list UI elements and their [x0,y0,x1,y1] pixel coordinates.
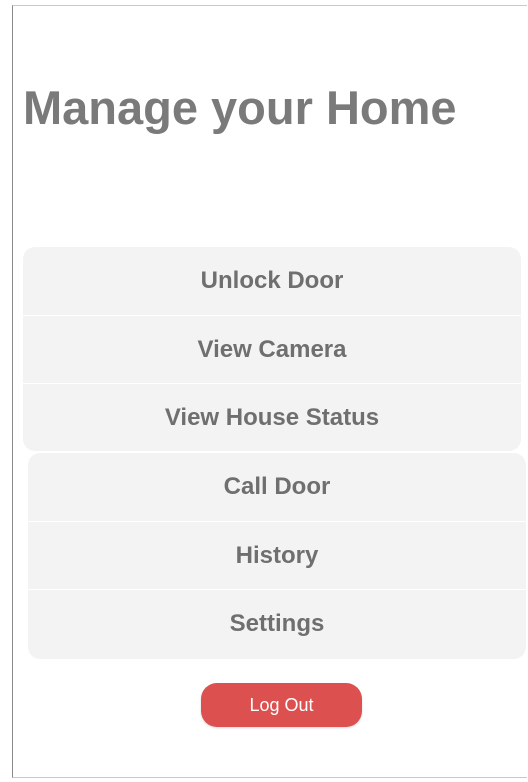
menu-group-primary: Unlock Door View Camera View House Statu… [23,247,521,451]
menu-group-secondary: Call Door History Settings [28,453,526,659]
view-house-status-button[interactable]: View House Status [23,383,521,451]
history-button[interactable]: History [28,521,526,589]
unlock-door-button[interactable]: Unlock Door [23,247,521,315]
log-out-button[interactable]: Log Out [201,683,362,727]
page-title: Manage your Home [23,81,457,134]
view-camera-button[interactable]: View Camera [23,315,521,383]
settings-button[interactable]: Settings [28,589,526,657]
call-door-button[interactable]: Call Door [28,453,526,521]
